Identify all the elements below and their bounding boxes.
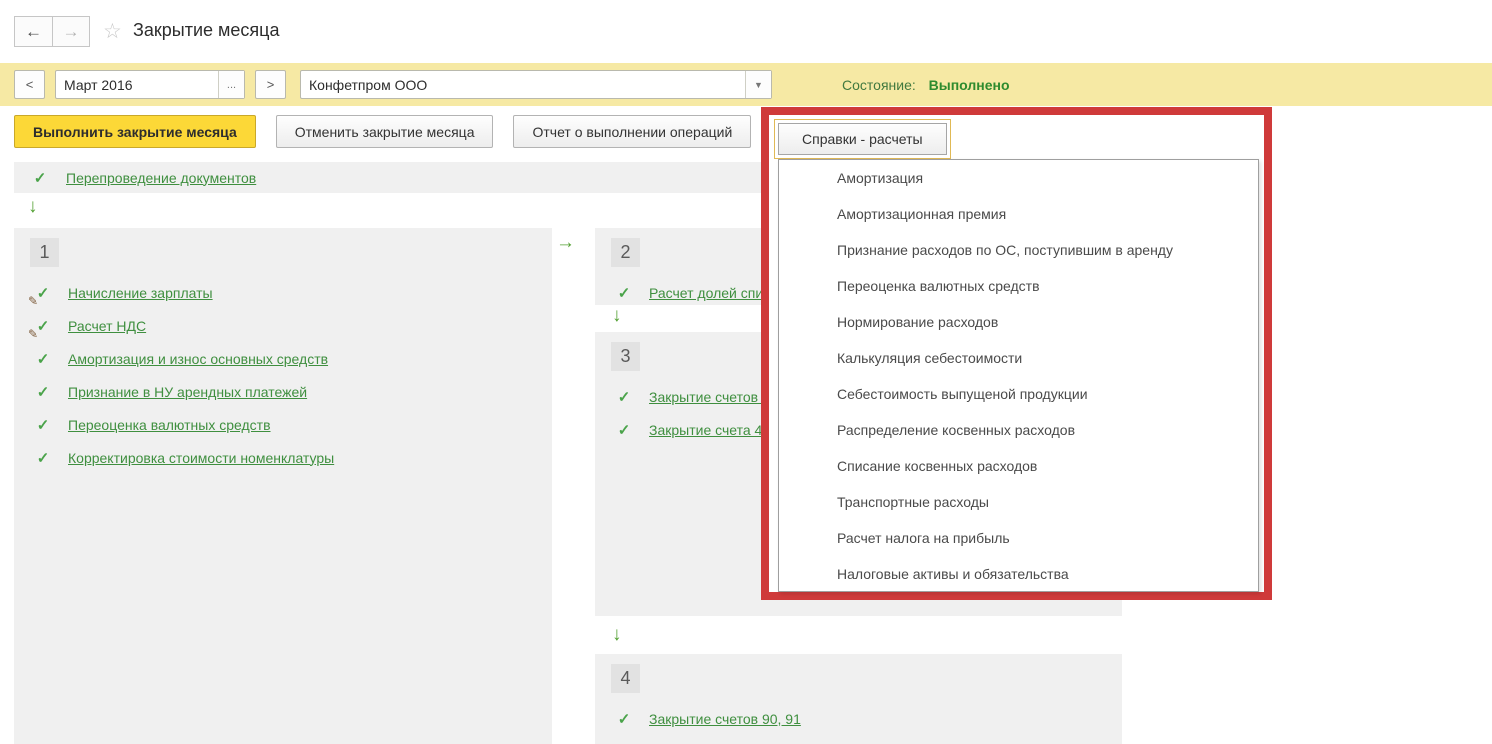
page-title: Закрытие месяца (133, 20, 279, 41)
annotation-red-box: Справки - расчеты Амортизация Амортизаци… (761, 107, 1272, 600)
check-icon: ✓ (35, 449, 51, 467)
operations-report-button[interactable]: Отчет о выполнении операций (513, 115, 751, 148)
section-number-badge: 3 (611, 342, 640, 371)
reposting-link[interactable]: Перепроведение документов (66, 170, 256, 186)
check-pencil-icon: ✓✎ (35, 284, 51, 302)
menu-item[interactable]: Списание косвенных расходов (779, 448, 1258, 484)
menu-item[interactable]: Распределение косвенных расходов (779, 412, 1258, 448)
run-closing-button[interactable]: Выполнить закрытие месяца (14, 115, 256, 148)
menu-item[interactable]: Амортизационная премия (779, 196, 1258, 232)
list-item: ✓ Переоценка валютных средств (14, 408, 552, 441)
list-item: ✓ Расчет налога на прибыль (595, 735, 1122, 744)
references-calculations-button[interactable]: Справки - расчеты (778, 123, 947, 155)
status: Состояние: Выполнено (842, 77, 1010, 93)
check-icon: ✓ (616, 710, 632, 728)
menu-item[interactable]: Амортизация (779, 160, 1258, 196)
check-pencil-icon: ✓✎ (35, 317, 51, 335)
operation-link[interactable]: Закрытие счетов 20 (649, 389, 778, 405)
operation-link[interactable]: Корректировка стоимости номенклатуры (68, 450, 334, 466)
check-icon: ✓ (35, 350, 51, 368)
status-value: Выполнено (929, 77, 1010, 93)
section-4-block: 4 ✓ Закрытие счетов 90, 91 ✓ Расчет нало… (595, 654, 1122, 744)
menu-item[interactable]: Калькуляция себестоимости (779, 340, 1258, 376)
menu-item[interactable]: Нормирование расходов (779, 304, 1258, 340)
check-icon: ✓ (616, 421, 632, 439)
operation-link[interactable]: Закрытие счетов 90, 91 (649, 711, 801, 727)
list-item: ✓ Корректировка стоимости номенклатуры (14, 441, 552, 474)
month-closing-window: ← → ☆ Закрытие месяца < Март 2016 ... > … (0, 0, 1492, 744)
back-icon: ← (25, 22, 42, 42)
next-period-button[interactable]: > (255, 70, 286, 99)
organization-field: Конфетпром ООО ▼ (300, 70, 772, 99)
check-icon: ✓ (616, 388, 632, 406)
operation-link[interactable]: Признание в НУ арендных платежей (68, 384, 307, 400)
menu-item[interactable]: Транспортные расходы (779, 484, 1258, 520)
section-4-operations: ✓ Закрытие счетов 90, 91 ✓ Расчет налога… (595, 702, 1122, 744)
down-arrow-icon: ↓ (28, 196, 38, 218)
section-1-operations: ✓✎ Начисление зарплаты ✓✎ Расчет НДС ✓ А… (14, 276, 552, 474)
section-1-block: 1 ✓✎ Начисление зарплаты ✓✎ Расчет НДС ✓… (14, 228, 552, 744)
pencil-icon: ✎ (28, 327, 38, 341)
check-icon: ✓ (32, 169, 48, 187)
menu-item[interactable]: Расчет налога на прибыль (779, 520, 1258, 556)
period-field: Март 2016 ... (55, 70, 245, 99)
actions-toolbar: Выполнить закрытие месяца Отменить закры… (14, 115, 751, 148)
check-icon: ✓ (35, 383, 51, 401)
menu-item[interactable]: Себестоимость выпущеной продукции (779, 376, 1258, 412)
operation-link[interactable]: Начисление зарплаты (68, 285, 213, 301)
operation-link[interactable]: Расчет НДС (68, 318, 146, 334)
period-input[interactable]: Март 2016 (56, 71, 218, 98)
forward-button[interactable]: → (52, 16, 90, 47)
section-number-badge: 1 (30, 238, 59, 267)
references-dropdown-menu: Амортизация Амортизационная премия Призн… (778, 159, 1259, 592)
operation-link[interactable]: Переоценка валютных средств (68, 417, 271, 433)
cancel-closing-button[interactable]: Отменить закрытие месяца (276, 115, 494, 148)
list-item: ✓✎ Начисление зарплаты (14, 276, 552, 309)
menu-item[interactable]: Налоговые активы и обязательства (779, 556, 1258, 592)
history-nav: ← → (14, 16, 90, 47)
organization-dropdown-button[interactable]: ▼ (745, 71, 771, 98)
check-icon: ✓ (616, 284, 632, 302)
menu-item[interactable]: Переоценка валютных средств (779, 268, 1258, 304)
favorite-star-icon[interactable]: ☆ (103, 19, 122, 44)
pencil-icon: ✎ (28, 294, 38, 308)
section-number-badge: 4 (611, 664, 640, 693)
list-item: ✓ Признание в НУ арендных платежей (14, 375, 552, 408)
status-label: Состояние: (842, 77, 916, 93)
operation-link[interactable]: Амортизация и износ основных средств (68, 351, 328, 367)
list-item: ✓ Амортизация и износ основных средств (14, 342, 552, 375)
check-icon: ✓ (35, 416, 51, 434)
menu-item[interactable]: Признание расходов по ОС, поступившим в … (779, 232, 1258, 268)
operation-link[interactable]: Расчет долей списа (649, 285, 778, 301)
list-item: ✓ Закрытие счетов 90, 91 (595, 702, 1122, 735)
right-arrow-icon: → (556, 232, 575, 254)
list-item: ✓✎ Расчет НДС (14, 309, 552, 342)
prev-period-button[interactable]: < (14, 70, 45, 99)
organization-input[interactable]: Конфетпром ООО (301, 71, 745, 98)
back-button[interactable]: ← (14, 16, 52, 47)
period-toolbar: < Март 2016 ... > Конфетпром ООО ▼ Состо… (0, 63, 1492, 106)
forward-icon: → (63, 22, 80, 42)
period-picker-button[interactable]: ... (218, 71, 244, 98)
section-number-badge: 2 (611, 238, 640, 267)
down-arrow-icon: ↓ (612, 305, 622, 327)
operation-link[interactable]: Закрытие счета 44 (649, 422, 770, 438)
down-arrow-icon: ↓ (612, 624, 622, 646)
